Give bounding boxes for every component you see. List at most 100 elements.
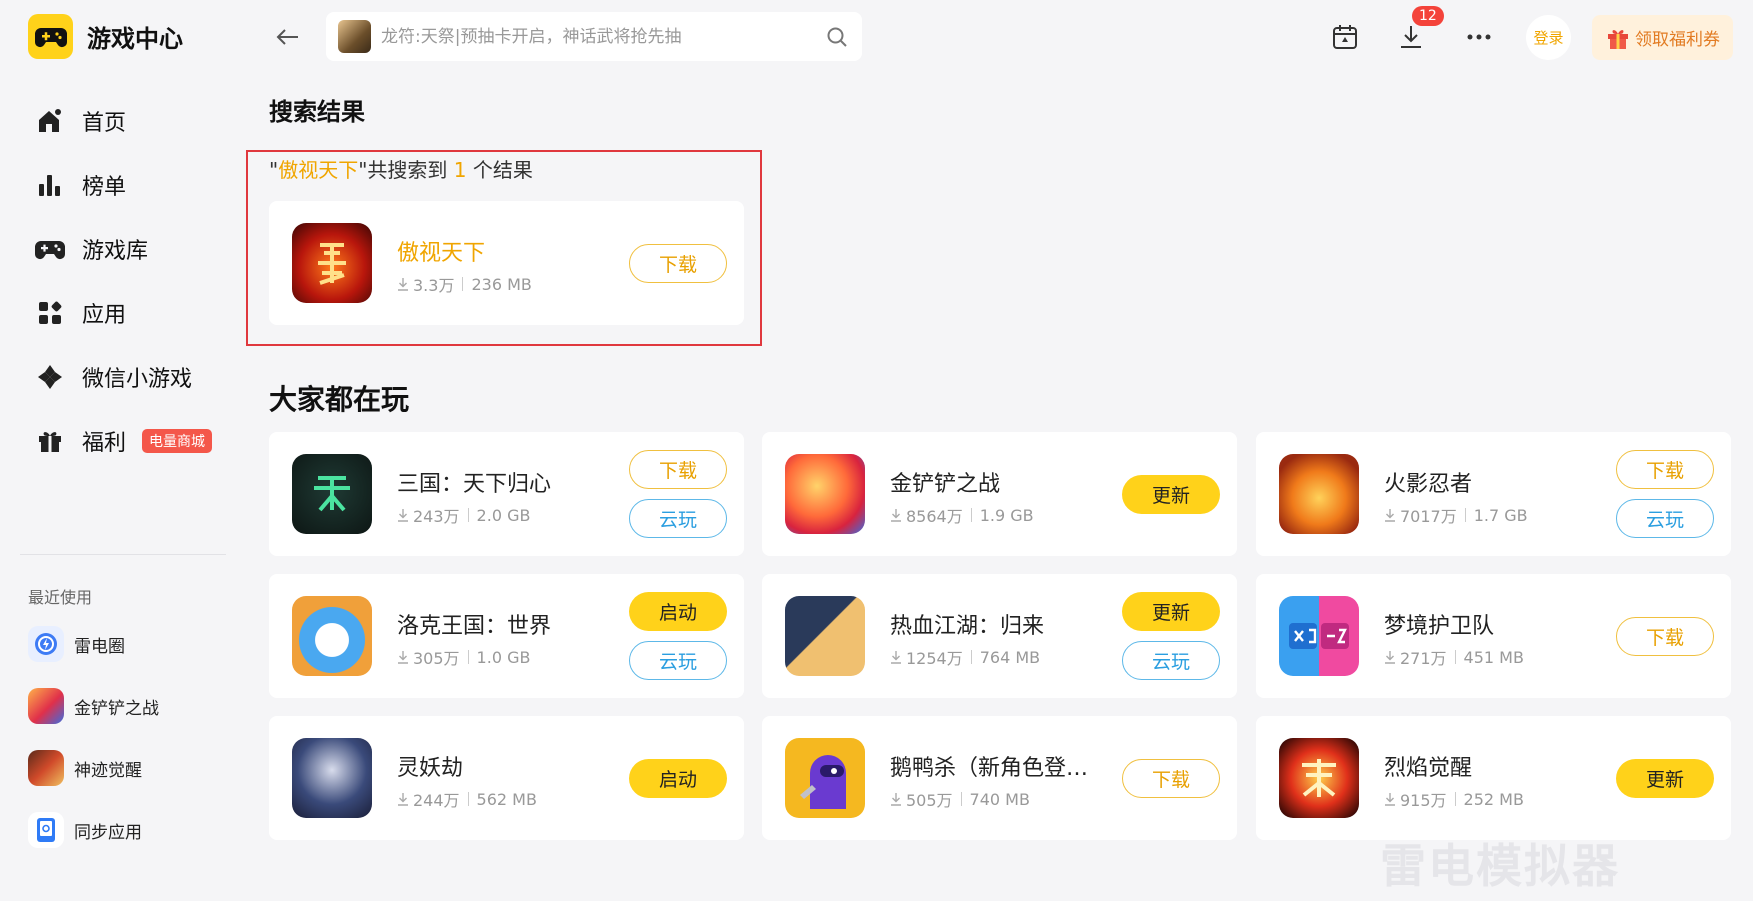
download-button[interactable]: 下载 (1616, 617, 1714, 656)
downloads-button[interactable]: 12 (1392, 6, 1444, 56)
game-meta: 915万 252 MB (1384, 787, 1524, 811)
nav-home-label: 首页 (82, 111, 127, 136)
download-count: 1254万 (906, 649, 963, 668)
game-name: 烈焰觉醒 (1384, 756, 1473, 781)
download-count-icon (891, 509, 901, 522)
nav-ranking[interactable]: 榜单 (34, 165, 126, 205)
game-card-jinchanchan[interactable]: 金铲铲之战 8564万 1.9 GB 更新 (762, 432, 1237, 556)
popular-title: 大家都在玩 (269, 383, 410, 416)
update-button[interactable]: 更新 (1616, 759, 1714, 798)
game-name: 灵妖劫 (397, 756, 464, 781)
recent-title: 最近使用 (28, 588, 93, 607)
meta-separator (1464, 508, 1466, 522)
search-result-card[interactable]: 傲视天下 3.3万 236 MB 下载 (269, 201, 744, 325)
meta-separator (467, 792, 469, 806)
nav-wechat-games[interactable]: 微信小游戏 (34, 357, 192, 397)
launch-button[interactable]: 启动 (629, 592, 727, 631)
ranking-icon (34, 169, 66, 201)
apps-icon (34, 297, 66, 329)
search-icon[interactable] (824, 24, 850, 50)
game-meta: 305万 1.0 GB (397, 645, 530, 669)
file-size: 1.9 GB (979, 505, 1034, 525)
game-card-huoying[interactable]: 火影忍者 7017万 1.7 GB 下载 云玩 (1256, 432, 1731, 556)
nav-ranking-label: 榜单 (82, 175, 127, 200)
download-count-icon (891, 793, 901, 806)
meta-separator (970, 650, 972, 664)
download-button[interactable]: 下载 (1122, 759, 1220, 798)
game-card-lingyao[interactable]: 灵妖劫 244万 562 MB 启动 (269, 716, 744, 840)
cloud-play-button[interactable]: 云玩 (1616, 499, 1714, 538)
summary-suffix: 个结果 (466, 158, 533, 182)
nav-wechat-games-label: 微信小游戏 (82, 367, 193, 392)
nav-welfare[interactable]: 福利 电量商城 (34, 421, 213, 461)
download-count-badge: 12 (1412, 6, 1444, 26)
recent-label: 神迹觉醒 (74, 760, 142, 781)
cloud-play-button[interactable]: 云玩 (1122, 641, 1220, 680)
game-name: 热血江湖：归来 (890, 614, 1045, 639)
game-meta: 8564万 1.9 GB (890, 503, 1034, 527)
more-dots-icon (1467, 34, 1491, 40)
recent-label: 雷电圈 (74, 636, 125, 657)
cloud-play-button[interactable]: 云玩 (629, 499, 727, 538)
claim-coupon-button[interactable]: 领取福利券 (1592, 15, 1733, 60)
download-count: 505万 (906, 791, 953, 810)
update-button[interactable]: 更新 (1122, 475, 1220, 514)
recent-label: 金铲铲之战 (74, 698, 159, 719)
game-card-rexue[interactable]: 热血江湖：归来 1254万 764 MB 更新 云玩 (762, 574, 1237, 698)
aoshitianxia-icon (292, 223, 372, 303)
app-logo[interactable]: 游戏中心 (28, 14, 183, 59)
nav-home[interactable]: 首页 (34, 101, 126, 141)
more-button[interactable] (1460, 18, 1498, 56)
file-size: 562 MB (476, 789, 537, 809)
game-name: 三国：天下归心 (397, 472, 552, 497)
recent-item-leidianquan[interactable]: 雷电圈 (28, 626, 125, 662)
game-card-mengjing[interactable]: 梦境护卫队 271万 451 MB 下载 (1256, 574, 1731, 698)
update-button[interactable]: 更新 (1122, 592, 1220, 631)
game-card-lieyan[interactable]: 烈焰觉醒 915万 252 MB 更新 (1256, 716, 1731, 840)
back-button[interactable] (270, 20, 304, 54)
wechat-game-icon (34, 361, 66, 393)
lieyan-icon (1279, 738, 1359, 818)
download-count: 243万 (413, 507, 460, 526)
download-count-icon (398, 793, 408, 806)
search-bar[interactable] (326, 12, 862, 61)
download-count-icon (1385, 793, 1395, 806)
goose-duck-icon (785, 738, 865, 818)
recent-label: 同步应用 (74, 822, 142, 843)
calendar-icon (1333, 25, 1357, 49)
download-button[interactable]: 下载 (629, 244, 727, 283)
jinchanchan-icon (785, 454, 865, 534)
cloud-play-button[interactable]: 云玩 (629, 641, 727, 680)
recent-item-sync-app[interactable]: 同步应用 (28, 812, 142, 848)
claim-coupon-label: 领取福利券 (1635, 30, 1720, 50)
app-title: 游戏中心 (87, 25, 183, 53)
game-card-sanguo[interactable]: 三国：天下归心 243万 2.0 GB 下载 云玩 (269, 432, 744, 556)
calendar-button[interactable] (1326, 18, 1364, 56)
recent-item-shenji[interactable]: 神迹觉醒 (28, 750, 142, 786)
game-meta: 244万 562 MB (397, 787, 537, 811)
game-meta: 1254万 764 MB (890, 645, 1040, 669)
download-button[interactable]: 下载 (629, 450, 727, 489)
login-button[interactable]: 登录 (1526, 15, 1571, 60)
nav-apps-label: 应用 (82, 303, 127, 328)
search-promo-thumbnail (338, 20, 371, 53)
game-card-luoke[interactable]: 洛克王国：世界 305万 1.0 GB 启动 云玩 (269, 574, 744, 698)
game-card-goose-duck[interactable]: 鹅鸭杀（新角色登… 505万 740 MB 下载 (762, 716, 1237, 840)
home-icon (34, 105, 66, 137)
recent-item-jinchanchan[interactable]: 金铲铲之战 (28, 688, 159, 724)
download-count: 244万 (413, 791, 460, 810)
sanguo-icon (292, 454, 372, 534)
sidebar: 游戏中心 首页 榜单 游戏库 应用 微信小游戏 福利 电量商城 最近使用 雷电圈… (0, 0, 240, 901)
search-input[interactable] (381, 26, 824, 47)
search-results-title: 搜索结果 (269, 98, 365, 126)
nav-apps[interactable]: 应用 (34, 293, 126, 333)
download-count: 3.3万 (413, 276, 455, 295)
game-name: 洛克王国：世界 (397, 614, 552, 639)
meta-separator (1454, 650, 1456, 664)
download-button[interactable]: 下载 (1616, 450, 1714, 489)
nav-game-library[interactable]: 游戏库 (34, 229, 148, 269)
launch-button[interactable]: 启动 (629, 759, 727, 798)
gift-icon (34, 425, 66, 457)
meta-separator (970, 508, 972, 522)
download-count: 915万 (1400, 791, 1447, 810)
